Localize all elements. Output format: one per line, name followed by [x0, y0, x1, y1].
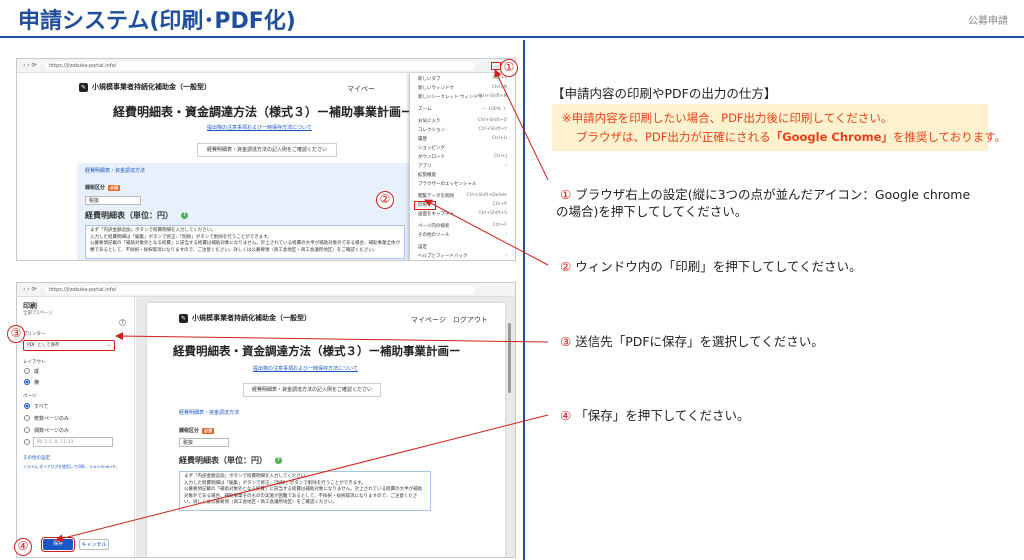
printer-select[interactable]: PDF として保存 ⌄ [23, 340, 115, 351]
pages-odd-radio[interactable] [24, 415, 30, 421]
notice-box: 経費明細表・資金調達方法の記入例をご確認ください [197, 143, 337, 157]
vertical-divider [523, 40, 525, 560]
page-title: 申請システム(印刷･PDF化) [18, 9, 296, 34]
site-nav[interactable]: マイペー [347, 84, 375, 94]
menu-item-capture[interactable]: 画面をキャプチャ Ctrl+Shift+S [418, 211, 509, 220]
layout-label: レイアウト [23, 360, 46, 365]
menu-item-zoom[interactable]: ズーム－ 100% ＋ [418, 106, 509, 115]
print-page-count: 全部で1ページ [23, 311, 53, 316]
preview-scrollbar[interactable] [508, 323, 511, 393]
site-nav[interactable]: マイページ ログアウト [411, 315, 488, 325]
layout-landscape-label: 横 [34, 380, 40, 386]
menu-item-private-window[interactable]: 新しいシークレット ウィンドウ Ctrl+Shift+N [418, 94, 509, 103]
step-3: ③ 送信先「PDFに保存」を選択してください。 [560, 334, 824, 349]
cancel-button[interactable]: キャンセル [79, 539, 109, 550]
tax-select[interactable]: 税抜 [179, 438, 229, 447]
menu-item-settings[interactable]: 設定 [418, 244, 509, 253]
help-icon[interactable]: ? [119, 319, 126, 326]
screenshot-chrome-menu: ‹ › ⟳ https://jizokuka-portal.info/ ✎ 小規模… [16, 58, 516, 261]
menu-item-find[interactable]: ページ内の検索 Ctrl+F [418, 223, 509, 232]
panel-link[interactable]: 経費明細表・資金調達方法 [179, 409, 239, 416]
menu-item-shopping[interactable]: ショッピング [418, 145, 509, 154]
menu-item-downloads[interactable]: ダウンロード Ctrl+J [418, 154, 509, 163]
pages-even-label: 偶数ページのみ [34, 428, 69, 434]
browser-nav-icons[interactable]: ‹ › ⟳ [23, 62, 37, 69]
more-settings-link[interactable]: その他の設定 [23, 455, 50, 461]
note-line-2: ブラウザは、PDF出力が正確にされる「Google Chrome」を推奨しており… [576, 130, 1007, 144]
pages-odd-label: 奇数ページのみ [34, 416, 69, 422]
save-button[interactable]: 保存 [41, 537, 75, 552]
browser-url-bar[interactable]: ‹ › ⟳ https://jizokuka-portal.info/ [17, 283, 515, 297]
panel-link[interactable]: 経費明細表・資金調達方法 [85, 167, 145, 174]
marker-1: ① [500, 59, 518, 77]
guide-link[interactable]: 提出物の注意事項および一時保存方法について [207, 124, 312, 131]
site-logo: ✎ 小規模事業者持続化補助金（一般型） [79, 82, 211, 92]
print-preview-page: ✎ 小規模事業者持続化補助金（一般型） マイページ ログアウト 経費明細表・資金調… [147, 303, 505, 557]
notice-box: 経費明細表・資金調達方法の記入例をご確認ください [243, 383, 381, 397]
menu-item-help[interactable]: ヘルプとフィードバック › [418, 253, 509, 260]
tax-label: 課税区分 必須 [179, 428, 215, 434]
tax-label: 課税区分 必須 [85, 185, 121, 191]
pages-even-radio[interactable] [24, 427, 30, 433]
browser-url-bar[interactable]: ‹ › ⟳ https://jizokuka-portal.info/ [17, 59, 515, 73]
title-rule [0, 36, 1024, 38]
pen-icon: ✎ [179, 313, 188, 323]
pen-icon: ✎ [79, 82, 88, 92]
pages-all-radio[interactable] [24, 403, 30, 409]
menu-item-new-tab[interactable]: 新しいタブ Ctrl+T [418, 76, 509, 85]
url-field[interactable]: https://jizokuka-portal.info/ [45, 286, 475, 294]
section-heading: 経費明細表（単位：円）? [85, 210, 188, 221]
menu-item-new-window[interactable]: 新しいウィンドウ Ctrl+N [418, 85, 509, 94]
guide-link[interactable]: 提出物の注意事項および一時保存方法について [253, 365, 358, 372]
step-1: ① ブラウザ右上の設定(縦に3つの点が並んだアイコン：Google chrome… [556, 187, 971, 219]
layout-portrait-label: 縦 [34, 369, 40, 375]
info-box: まず「内訳金額追加」ボタンで経費明細を入力してください。 入力した経費明細は「編… [85, 225, 405, 259]
menu-item-apps[interactable]: アプリ › [418, 163, 509, 172]
menu-item-more-tools[interactable]: その他のツール › [418, 232, 509, 241]
step-4: ④ 「保存」を押下してください。 [560, 408, 750, 423]
chrome-settings-menu: 新しいタブ Ctrl+T 新しいウィンドウ Ctrl+N 新しいシークレット ウィン… [409, 73, 513, 260]
marker-2: ② [376, 191, 394, 209]
print-highlight [414, 201, 436, 210]
help-icon[interactable]: ? [275, 457, 282, 464]
help-icon[interactable]: ? [181, 212, 188, 219]
printer-label: プリンター [23, 332, 46, 337]
chevron-down-icon: ⌄ [107, 343, 111, 348]
pages-custom-radio[interactable] [24, 439, 30, 445]
instructions-heading: 【申請内容の印刷やPDFの出力の仕方】 [552, 86, 777, 101]
corner-tag: 公募申請 [968, 16, 1008, 27]
pages-label: ページ [23, 394, 37, 399]
pages-custom-input[interactable]: 例: 1-5, 8, 11-13 [33, 437, 113, 447]
note-line-1: ※申請内容を印刷したい場合、PDF出力後に印刷してください。 [562, 111, 893, 125]
tax-select[interactable]: 税抜 [85, 196, 141, 205]
info-box: まず「内訳金額追加」ボタンで経費明細を入力してください。 入力した経費明細は「編… [179, 471, 431, 511]
pages-all-label: すべて [34, 404, 49, 410]
note-box: ※申請内容を印刷したい場合、PDF出力後に印刷してください。 ブラウザは、PDF… [552, 104, 1007, 151]
url-field[interactable]: https://jizokuka-portal.info/ [45, 62, 475, 70]
menu-item-essentials[interactable]: ブラウザーのエッセンシャル [418, 181, 509, 190]
browser-nav-icons[interactable]: ‹ › ⟳ [23, 286, 37, 293]
layout-portrait-radio[interactable] [24, 368, 30, 374]
page-heading: 経費明細表・資金調達方法（様式３）ー補助事業計画ー [113, 105, 414, 119]
marker-4: ④ [14, 538, 32, 556]
marker-3: ③ [7, 325, 25, 343]
chrome-emphasis: 「Google Chrome」 [770, 130, 893, 144]
page-heading: 経費明細表・資金調達方法（様式３）ー補助事業計画ー [173, 344, 461, 358]
system-dialog-link[interactable]: システム ダイアログを使用して印刷... (Ctrl+Shift+P) [23, 464, 117, 470]
menu-item-collections[interactable]: コレクション Ctrl+Shift+Y [418, 127, 509, 136]
print-settings-pane: 印刷 全部で1ページ ? プリンター PDF として保存 ⌄ レイアウト 縦 横 … [17, 297, 135, 557]
section-heading: 経費明細表（単位：円）? [179, 455, 282, 466]
screenshot-print-dialog: ‹ › ⟳ https://jizokuka-portal.info/ ✎ 小規模… [16, 282, 516, 558]
site-logo: ✎ 小規模事業者持続化補助金（一般型） [179, 313, 311, 323]
menu-item-favorites[interactable]: お気に入り Ctrl+Shift+O [418, 118, 509, 127]
layout-landscape-radio[interactable] [24, 379, 30, 385]
menu-item-history[interactable]: 履歴 Ctrl+H [418, 136, 509, 145]
menu-item-extensions[interactable]: 拡張機能 [418, 172, 509, 181]
step-2: ② ウィンドウ内の「印刷」を押下してしてください。 [560, 259, 862, 274]
